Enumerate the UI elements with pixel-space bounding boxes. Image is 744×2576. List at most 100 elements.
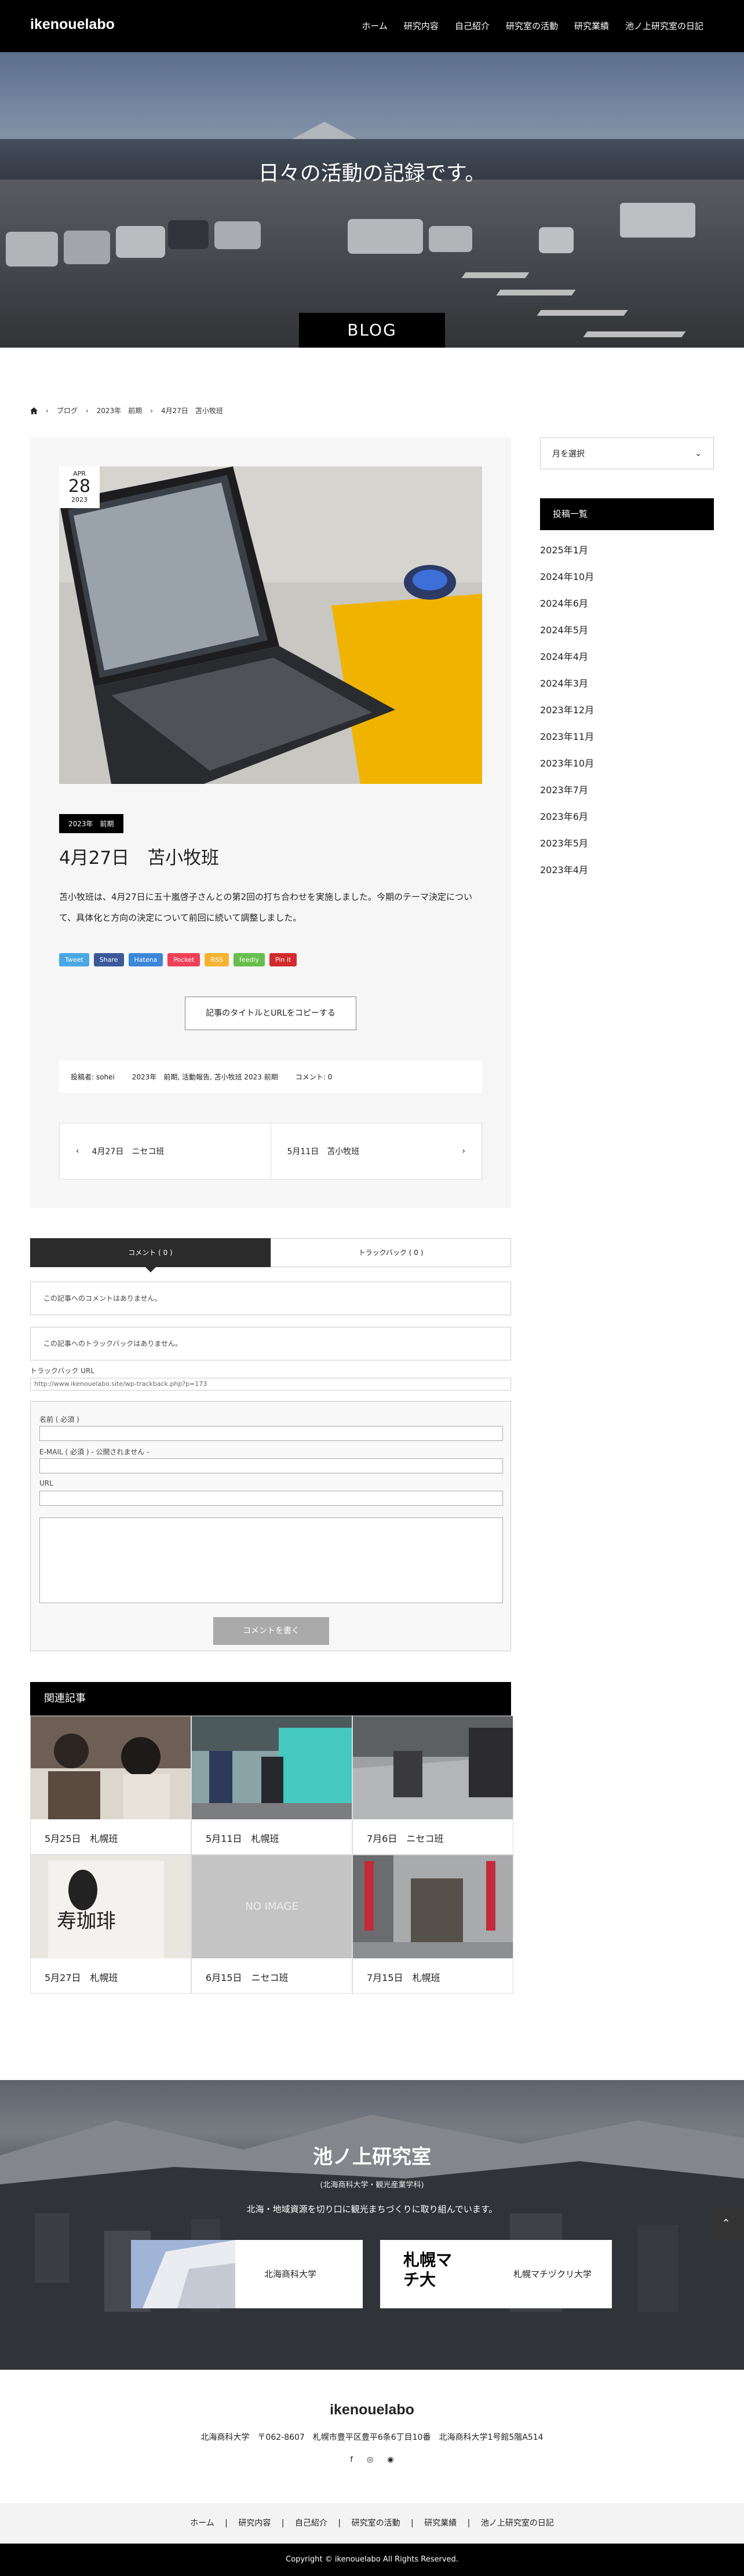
email-label: E-MAIL ( 必須 ) - 公開されません - xyxy=(39,1448,149,1456)
footer-hero-title: 池ノ上研究室 xyxy=(313,2146,431,2169)
footer-nav-activities[interactable]: 研究室の活動 xyxy=(352,2519,400,2528)
related-sign-text: 寿珈琲 xyxy=(57,1910,116,1933)
facebook-icon[interactable]: f xyxy=(350,2455,353,2464)
featured-image xyxy=(59,466,482,784)
footer-nav: ホーム | 研究内容 | 自己紹介 | 研究室の活動 | 研究業績 | 池ノ上研… xyxy=(0,2503,744,2544)
email-field[interactable] xyxy=(39,1458,503,1473)
archive-item[interactable]: 2024年6月 xyxy=(540,597,714,624)
post-title: 4月27日 苫小牧班 xyxy=(59,848,220,869)
nav-profile[interactable]: 自己紹介 xyxy=(455,20,490,32)
related-noimage: NO IMAGE xyxy=(192,1855,352,1958)
share-facebook[interactable]: Share xyxy=(93,953,124,966)
hero-headline: 日々の活動の記録です。 xyxy=(258,162,486,185)
footer-nav-research[interactable]: 研究内容 xyxy=(238,2519,271,2528)
banner-hokkai-label: 北海商科大学 xyxy=(264,2269,317,2279)
copy-url-button[interactable]: 記事のタイトルとURLをコピーする xyxy=(185,997,356,1030)
global-nav: ホーム 研究内容 自己紹介 研究室の活動 研究業績 池ノ上研究室の日記 xyxy=(362,20,703,32)
post-category[interactable]: 2023年 前期 xyxy=(59,814,123,833)
archive-item[interactable]: 2023年6月 xyxy=(540,811,714,837)
post-meta: 投稿者: sohei 2023年 前期, 活動報告, 苫小牧班 2023 前期 … xyxy=(59,1060,482,1093)
breadcrumb-blog[interactable]: ブログ xyxy=(57,406,78,415)
related-card[interactable]: 5月25日 札幌班 xyxy=(30,1716,191,1855)
archive-item[interactable]: 2023年12月 xyxy=(540,704,714,731)
footer-social: f ◎ ◉ xyxy=(0,2455,744,2464)
footer-address: 北海商科大学 〒062-8607 札幌市豊平区豊平6条6丁目10番 北海商科大学… xyxy=(200,2433,544,2442)
meta-author[interactable]: 投稿者: sohei xyxy=(71,1072,115,1082)
chevron-left-icon: ‹ xyxy=(76,1147,79,1156)
nav-achievements[interactable]: 研究業績 xyxy=(574,20,609,32)
share-hatena[interactable]: Hatena xyxy=(128,953,163,966)
banner-machidukuri[interactable]: 札幌マチ大 札幌マチヅクリ大学 xyxy=(380,2240,612,2308)
rss-icon[interactable]: ◉ xyxy=(387,2455,393,2464)
footer-logo[interactable]: ikenouelabo xyxy=(0,2402,744,2418)
next-post-title: 5月11日 苫小牧班 xyxy=(287,1147,360,1156)
share-pocket[interactable]: Pocket xyxy=(167,953,200,966)
url-field[interactable] xyxy=(39,1491,503,1506)
archive-item[interactable]: 2023年10月 xyxy=(540,757,714,784)
related-title: 5月11日 札幌班 xyxy=(206,1833,279,1844)
related-card[interactable]: 寿珈琲 5月27日 札幌班 xyxy=(30,1855,191,1994)
comment-tabs: コメント ( 0 ) トラックバック ( 0 ) xyxy=(30,1238,511,1272)
site-logo[interactable]: ikenouelabo xyxy=(30,16,115,33)
share-buttons: Tweet Share Hatena Pocket RSS feedly Pin… xyxy=(59,953,297,966)
name-label: 名前 ( 必須 ) xyxy=(39,1415,79,1424)
chevron-right-icon: › xyxy=(150,406,153,415)
archive-list: 2025年1月 2024年10月 2024年6月 2024年5月 2024年4月… xyxy=(540,544,714,891)
archive-item[interactable]: 2024年3月 xyxy=(540,677,714,704)
banner-hokkai[interactable]: 北海商科大学 xyxy=(131,2240,363,2308)
archive-select[interactable]: 月を選択 ⌄ xyxy=(540,437,714,469)
related-card[interactable]: 7月6日 ニセコ班 xyxy=(352,1716,513,1855)
archive-item[interactable]: 2024年5月 xyxy=(540,624,714,651)
archive-item[interactable]: 2024年10月 xyxy=(540,571,714,597)
meta-comments: コメント: 0 xyxy=(295,1072,333,1081)
archive-item[interactable]: 2025年1月 xyxy=(540,544,714,571)
trackback-url[interactable]: http://www.ikenouelabo.site/wp-trackback… xyxy=(30,1378,511,1391)
tab-trackbacks[interactable]: トラックバック ( 0 ) xyxy=(271,1238,511,1267)
tab-comments[interactable]: コメント ( 0 ) xyxy=(30,1238,271,1272)
prev-post-link[interactable]: ‹ 4月27日 ニセコ班 xyxy=(60,1123,271,1179)
archive-item[interactable]: 2023年5月 xyxy=(540,837,714,864)
related-image xyxy=(353,1855,513,1958)
related-card[interactable]: 7月15日 札幌班 xyxy=(352,1855,513,1994)
related-title: 7月6日 ニセコ班 xyxy=(367,1833,444,1844)
footer: ikenouelabo 北海商科大学 〒062-8607 札幌市豊平区豊平6条6… xyxy=(0,2370,744,2503)
nav-research[interactable]: 研究内容 xyxy=(404,20,439,32)
post-date: APR 28 2023 xyxy=(59,466,100,508)
chevron-right-icon: › xyxy=(46,406,49,415)
archive-item[interactable]: 2023年4月 xyxy=(540,864,714,891)
related-card[interactable]: 5月11日 札幌班 xyxy=(191,1716,352,1855)
section-label: BLOG xyxy=(299,313,445,348)
related-image xyxy=(192,1716,352,1819)
footer-nav-diary[interactable]: 池ノ上研究室の日記 xyxy=(481,2519,554,2528)
share-pinterest[interactable]: Pin it xyxy=(269,953,297,966)
chevron-down-icon: ⌄ xyxy=(695,448,702,458)
footer-nav-achievements[interactable]: 研究業績 xyxy=(424,2519,457,2528)
prev-post-title: 4月27日 ニセコ班 xyxy=(92,1147,165,1156)
hero-banner: 日々の活動の記録です。 BLOG xyxy=(0,52,744,348)
back-to-top-button[interactable]: ⌃ xyxy=(708,2208,744,2240)
instagram-icon[interactable]: ◎ xyxy=(367,2455,373,2464)
breadcrumb-current: 4月27日 苫小牧班 xyxy=(161,407,223,415)
related-card[interactable]: NO IMAGE 6月15日 ニセコ班 xyxy=(191,1855,352,1994)
archive-item[interactable]: 2023年7月 xyxy=(540,784,714,811)
name-field[interactable] xyxy=(39,1426,503,1441)
share-twitter[interactable]: Tweet xyxy=(59,953,89,966)
submit-comment-button[interactable]: コメントを書く xyxy=(213,1617,329,1645)
nav-home[interactable]: ホーム xyxy=(362,20,388,32)
home-icon[interactable] xyxy=(30,407,38,414)
post-body: 苫小牧班は、4月27日に五十嵐啓子さんとの第2回の打ち合わせを実施しました。今期… xyxy=(59,892,473,923)
archive-item[interactable]: 2024年4月 xyxy=(540,651,714,677)
comment-textarea[interactable] xyxy=(39,1517,503,1603)
footer-nav-profile[interactable]: 自己紹介 xyxy=(295,2519,327,2528)
archive-item[interactable]: 2023年11月 xyxy=(540,731,714,757)
footer-hero-desc: 北海・地域資源を切り口に観光まちづくりに取り組んでいます。 xyxy=(246,2204,498,2214)
meta-tags[interactable]: 2023年 前期, 活動報告, 苫小牧班 2023 前期 xyxy=(132,1072,278,1082)
share-rss[interactable]: RSS xyxy=(205,953,229,966)
nav-activities[interactable]: 研究室の活動 xyxy=(506,20,558,32)
nav-diary[interactable]: 池ノ上研究室の日記 xyxy=(625,20,703,32)
no-trackback-notice: この記事へのトラックバックはありません。 xyxy=(30,1327,511,1360)
next-post-link[interactable]: 5月11日 苫小牧班 › xyxy=(270,1123,482,1179)
share-feedly[interactable]: feedly xyxy=(234,953,265,966)
footer-nav-home[interactable]: ホーム xyxy=(190,2519,214,2528)
breadcrumb-category[interactable]: 2023年 前期 xyxy=(97,406,143,415)
